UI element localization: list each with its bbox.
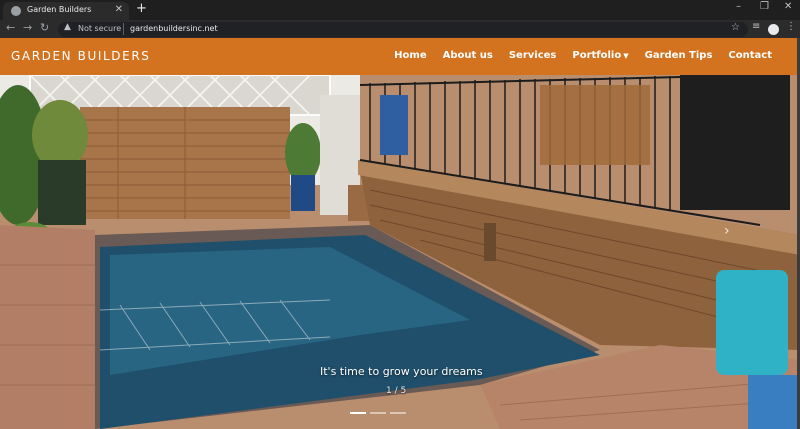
nav-services[interactable]: Services [509,50,557,61]
carousel-caption: It's time to grow your dreams [320,365,483,378]
back-arrow-icon[interactable]: ← [6,21,15,34]
browser-toolbar: ← → ↻ ▲ Not secure gardenbuildersinc.net… [0,20,800,38]
minimize-icon[interactable]: – [736,1,741,12]
nav-portfolio[interactable]: Portfolio ▼ [572,50,628,61]
star-icon[interactable]: ☆ [731,22,740,33]
nav-about[interactable]: About us [443,50,493,61]
site-header: GARDEN BUILDERS Home About us Services P… [0,38,800,75]
nav-home[interactable]: Home [394,50,426,61]
carousel-counter: 1 / 5 [386,386,407,396]
warning-icon[interactable]: ▲ [64,22,71,32]
window-close-icon[interactable]: ✕ [784,1,792,12]
nav-garden-tips[interactable]: Garden Tips [645,50,713,61]
nav-portfolio-label: Portfolio [572,50,622,61]
carousel-indicator[interactable] [390,412,406,414]
address-bar[interactable]: ▲ Not secure gardenbuildersinc.net ☆ [58,22,748,37]
carousel-indicator[interactable] [350,412,366,414]
new-tab-button[interactable]: + [136,1,147,16]
url-text[interactable]: gardenbuildersinc.net [130,24,218,33]
menu-icon[interactable]: ⋮ [786,21,796,32]
tab-title: Garden Builders [27,5,92,14]
carousel-indicators [350,412,406,414]
restore-icon[interactable]: ❐ [760,1,769,12]
brand-logo[interactable]: GARDEN BUILDERS [11,49,150,63]
reading-list-icon[interactable]: ≡ [752,21,760,32]
reload-icon[interactable]: ↻ [40,21,49,34]
carousel-indicator[interactable] [370,412,386,414]
security-label[interactable]: Not secure [78,24,121,33]
caret-down-icon: ▼ [623,52,629,60]
carousel-next-icon[interactable]: › [724,223,730,239]
forward-arrow-icon[interactable]: → [23,21,32,34]
browser-tab[interactable]: Garden Builders ✕ [3,2,129,20]
profile-icon[interactable] [768,24,779,35]
hero-carousel: › It's time to grow your dreams 1 / 5 [0,75,800,429]
tab-close-icon[interactable]: ✕ [115,4,123,15]
url-divider [123,23,124,35]
tab-strip: Garden Builders ✕ + – ❐ ✕ [0,0,800,20]
nav-contact[interactable]: Contact [728,50,772,61]
globe-icon [11,6,21,16]
main-nav: Home About us Services Portfolio ▼ Garden… [378,50,772,61]
browser-window: Garden Builders ✕ + – ❐ ✕ ← → ↻ ▲ Not se… [0,0,800,429]
